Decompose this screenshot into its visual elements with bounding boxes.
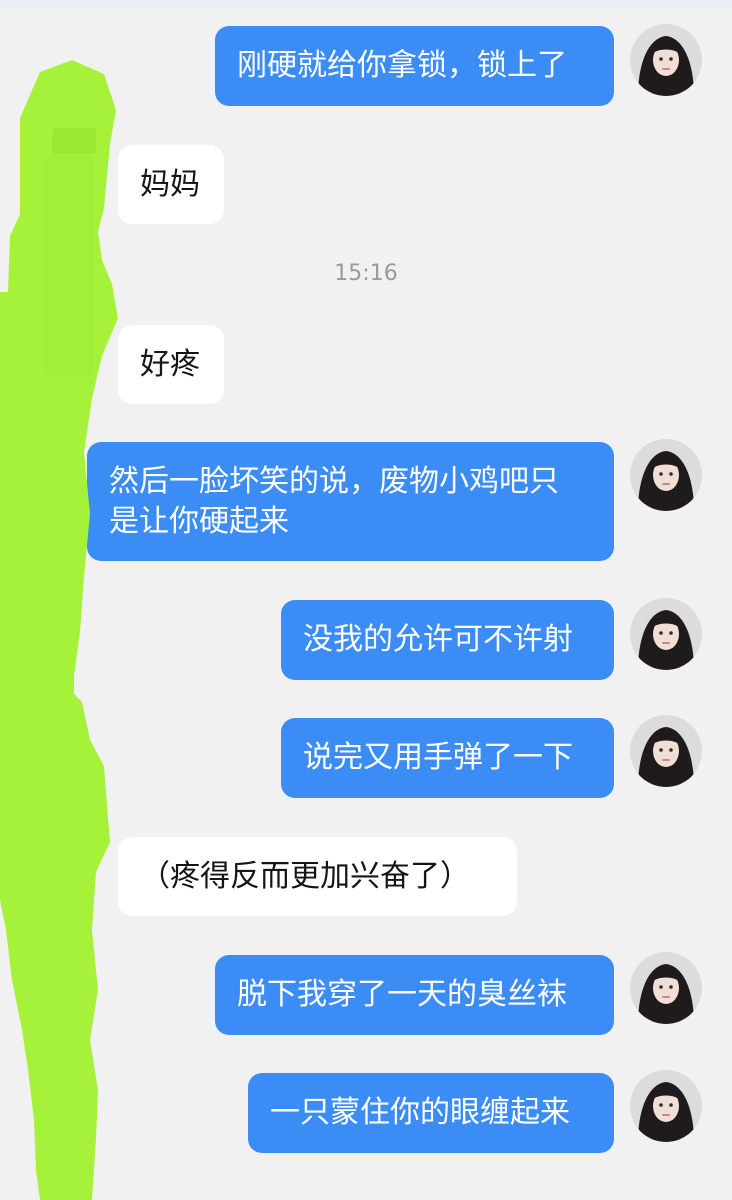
chat-conversation: 刚硬就给你拿锁，锁上了 妈妈 15:16 好疼 然后一脸坏笑的说，废物小鸡吧只 … (0, 0, 732, 1200)
redaction-mark (0, 60, 118, 1200)
